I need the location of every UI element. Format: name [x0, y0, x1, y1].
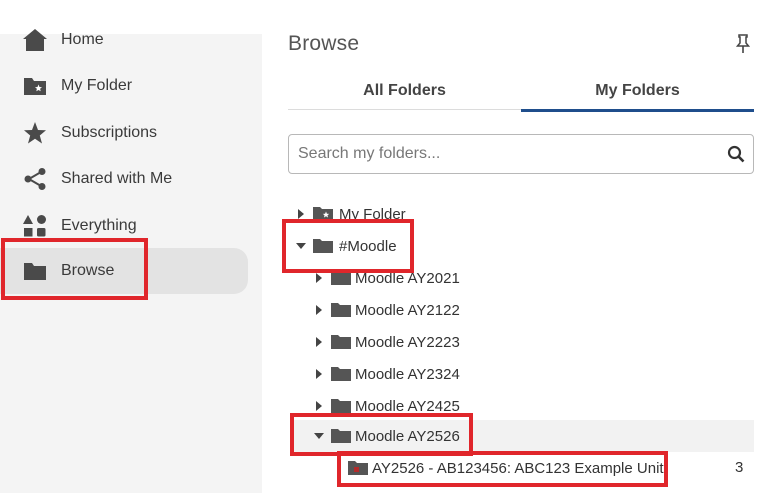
shapes-icon	[22, 213, 48, 239]
star-folder-icon	[22, 73, 48, 99]
tree-item-moodle-ay2122[interactable]: Moodle AY2122	[314, 294, 714, 326]
annotation-box-moodle-ay2526	[290, 413, 473, 456]
search-box	[288, 134, 754, 174]
tree-item-label: Moodle AY2324	[355, 365, 460, 383]
share-icon	[22, 166, 48, 192]
tab-all-folders[interactable]: All Folders	[288, 72, 521, 110]
search-input[interactable]	[298, 135, 708, 173]
caret-right-icon[interactable]	[314, 273, 324, 283]
sidebar-item-shared-with-me[interactable]: Shared with Me	[0, 156, 248, 202]
caret-right-icon[interactable]	[314, 401, 324, 411]
folder-tabs: All Folders My Folders	[288, 72, 754, 112]
tree-item-label: Moodle AY2425	[355, 397, 460, 415]
session-count: 3	[735, 459, 744, 476]
sidebar-item-label: My Folder	[61, 77, 133, 94]
pin-icon[interactable]	[736, 34, 750, 54]
caret-right-icon[interactable]	[296, 209, 306, 219]
tree-item-label: Moodle AY2223	[355, 333, 460, 351]
annotation-box-moodle	[282, 219, 414, 273]
sidebar-item-label: Subscriptions	[61, 124, 158, 141]
sidebar-item-my-folder[interactable]: My Folder	[0, 63, 248, 109]
tree-item-moodle-ay2223[interactable]: Moodle AY2223	[314, 326, 714, 358]
search-icon[interactable]	[727, 145, 745, 163]
tab-my-folders[interactable]: My Folders	[521, 72, 754, 112]
folder-icon	[331, 303, 351, 317]
annotation-box-unit-folder	[337, 451, 668, 487]
sidebar-item-subscriptions[interactable]: Subscriptions	[0, 110, 248, 156]
sidebar-item-label: Everything	[61, 217, 137, 234]
sidebar-item-label: Home	[61, 31, 104, 48]
caret-right-icon[interactable]	[314, 305, 324, 315]
caret-right-icon[interactable]	[314, 337, 324, 347]
folder-icon	[331, 335, 351, 349]
annotation-box-browse	[1, 238, 148, 300]
sidebar-item-home[interactable]: Home	[0, 17, 248, 63]
folder-icon	[331, 399, 351, 413]
home-icon	[22, 27, 48, 53]
page-title: Browse	[288, 32, 360, 55]
star-icon	[22, 120, 48, 146]
tree-item-moodle-ay2324[interactable]: Moodle AY2324	[314, 358, 714, 390]
folder-icon	[331, 367, 351, 381]
caret-right-icon[interactable]	[314, 369, 324, 379]
sidebar-item-label: Shared with Me	[61, 170, 173, 187]
tree-item-label: Moodle AY2122	[355, 301, 460, 319]
